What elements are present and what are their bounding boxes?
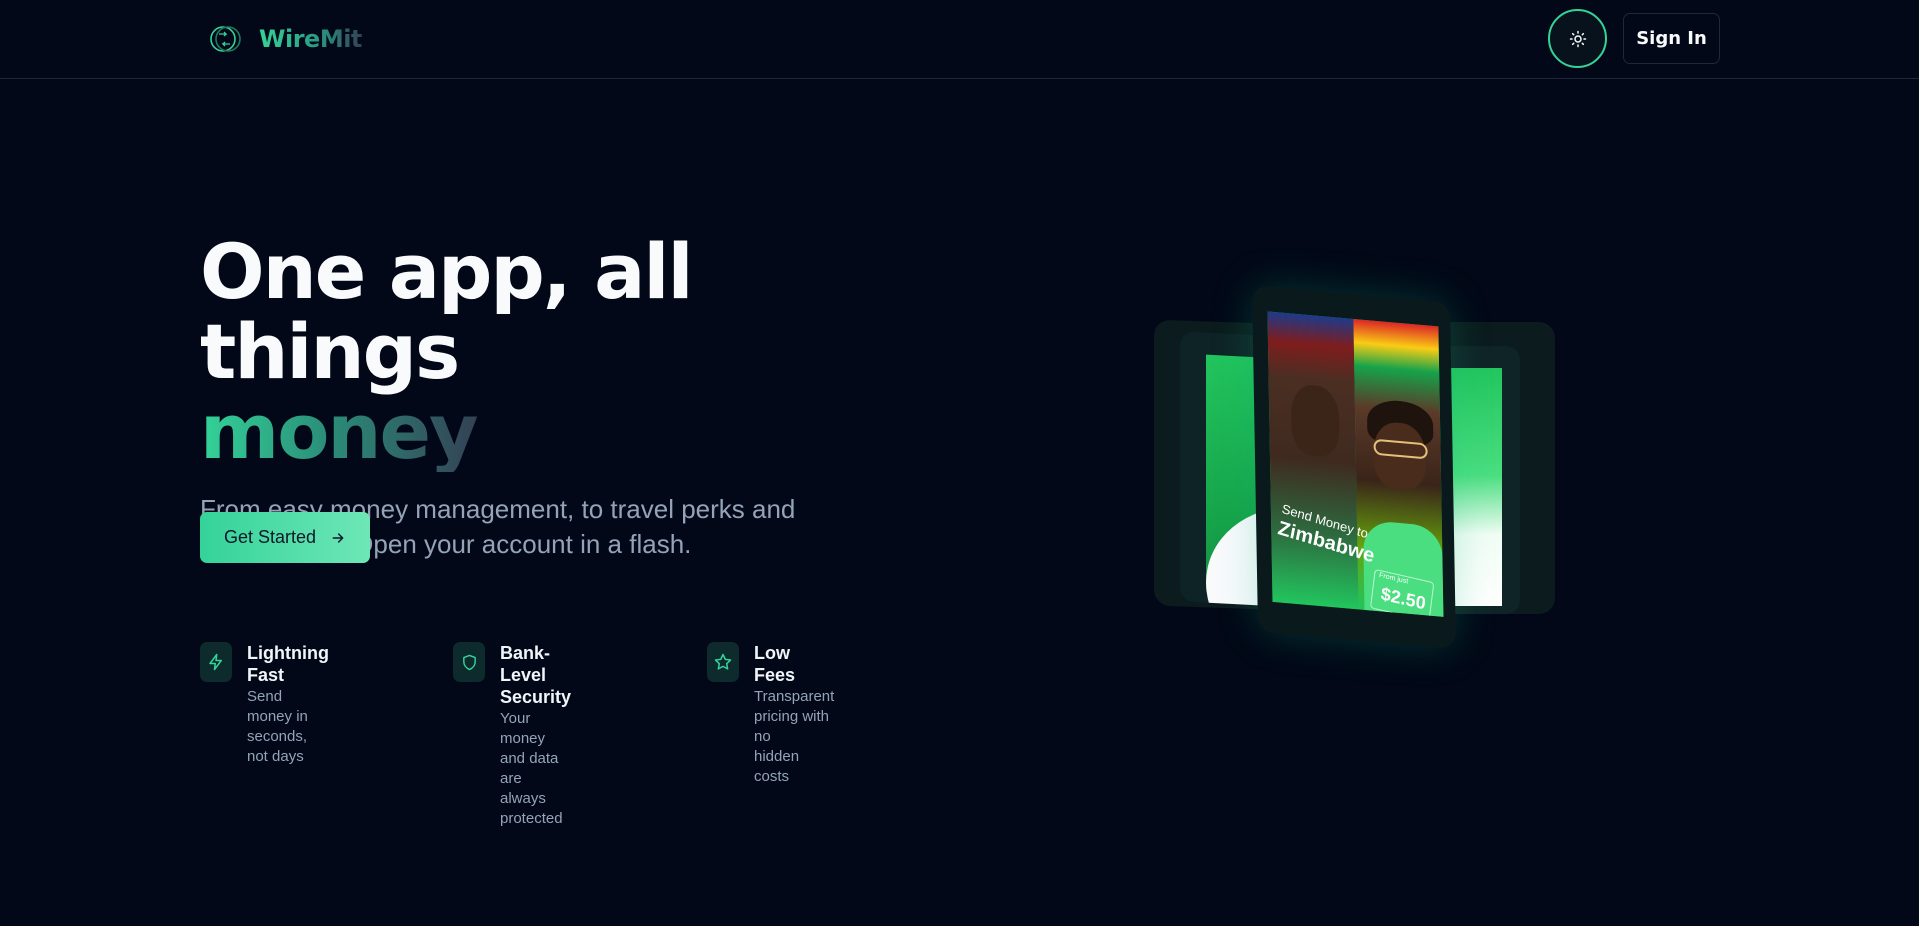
brand-name: WireMit — [259, 25, 362, 53]
hero-headline: One app, all things money — [200, 232, 960, 472]
feature-description: Your money and data are always protected — [500, 710, 563, 827]
app-showcase-illustration: Send Money to Zimbabwe From just $2.50 — [1120, 280, 1600, 680]
feature-description: Send money in seconds, not days — [247, 688, 308, 765]
promo-photo-left — [1267, 311, 1359, 610]
feature-item: Bank-Level Security Your money and data … — [453, 642, 571, 829]
top-navbar: WireMit Sign In — [0, 0, 1919, 79]
feature-icon-box — [707, 642, 739, 682]
get-started-label: Get Started — [223, 527, 317, 547]
headline-main: One app, all things — [200, 227, 694, 396]
sun-icon — [1569, 30, 1586, 47]
feature-icon-box — [453, 642, 485, 682]
headline-accent: money — [200, 387, 479, 476]
showcase-panel-front: Send Money to Zimbabwe From just $2.50 — [1251, 285, 1457, 649]
feature-item: Low Fees Transparent pricing with no hid… — [707, 642, 834, 787]
feature-title: Bank-Level Security — [500, 643, 572, 707]
feature-title: Lightning Fast — [247, 643, 329, 685]
get-started-button[interactable]: Get Started — [200, 512, 370, 563]
star-icon — [714, 653, 732, 670]
wiremit-logo-icon — [210, 26, 241, 52]
feature-description: Transparent pricing with no hidden costs — [754, 688, 835, 785]
arrow-right-icon — [332, 532, 344, 543]
theme-toggle-button[interactable] — [1548, 9, 1607, 68]
feature-item: Lightning Fast Send money in seconds, no… — [200, 642, 329, 767]
feature-icon-box — [200, 642, 232, 682]
feature-title: Low Fees — [754, 643, 796, 685]
price-value: $2.50 — [1379, 583, 1427, 614]
brand-logo[interactable]: WireMit — [208, 22, 362, 56]
shield-icon — [462, 654, 476, 670]
lightning-icon — [209, 653, 222, 671]
sign-in-button[interactable]: Sign In — [1623, 13, 1720, 64]
promo-banner-image: Send Money to Zimbabwe From just $2.50 — [1267, 311, 1444, 617]
